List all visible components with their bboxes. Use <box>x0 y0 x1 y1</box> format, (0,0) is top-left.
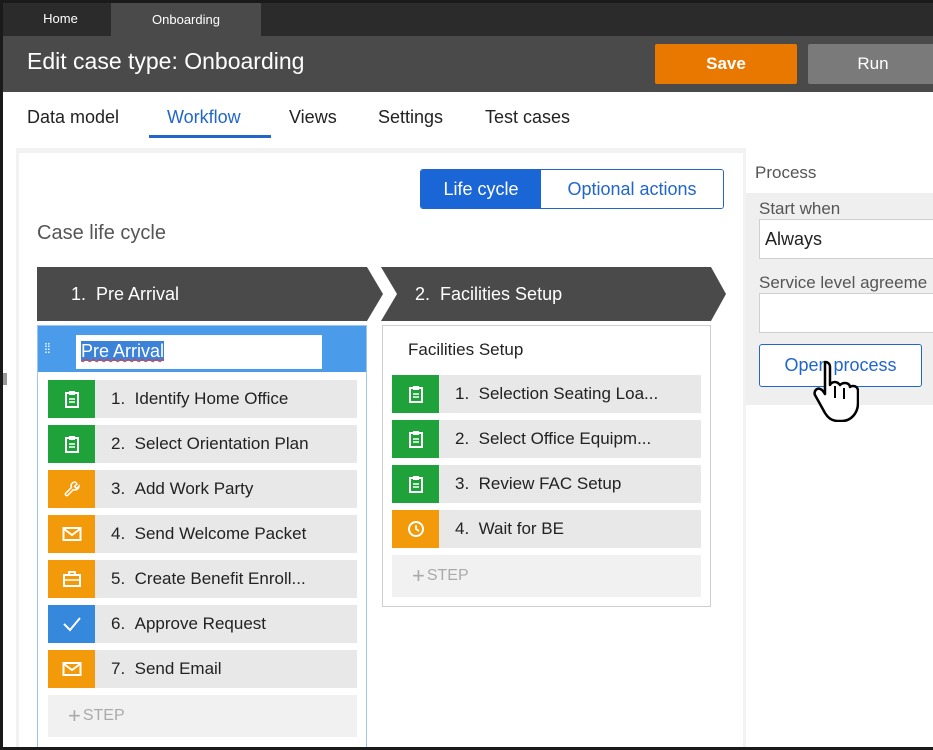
stage-header-pre-arrival[interactable]: 1. Pre Arrival <box>37 267 383 321</box>
step-label: 5. Create Benefit Enroll... <box>111 569 306 588</box>
start-when-label: Start when <box>759 199 841 218</box>
tab-views[interactable]: Views <box>289 107 337 128</box>
plus-icon: + <box>68 703 81 728</box>
save-button[interactable]: Save <box>655 44 797 84</box>
tab-workflow[interactable]: Workflow <box>167 107 241 128</box>
drag-handle-icon[interactable]: ⁞⁞ <box>44 340 51 356</box>
clipboard-icon <box>392 420 439 458</box>
envelope-icon <box>48 650 95 688</box>
stage-number: 1. <box>71 283 87 304</box>
run-button[interactable]: Run <box>808 44 933 84</box>
step-label: 2. Select Office Equipm... <box>455 429 652 448</box>
clipboard-icon <box>48 380 95 418</box>
tab-data-model[interactable]: Data model <box>27 107 119 128</box>
add-step-button[interactable]: + STEP <box>392 555 701 597</box>
step-label: 1. Selection Seating Loa... <box>455 384 659 403</box>
stage-name: Facilities Setup <box>440 283 563 304</box>
envelope-icon <box>48 515 95 553</box>
page-header: Edit case type: Onboarding Save Run <box>3 36 933 92</box>
panel-title: Process <box>755 163 817 182</box>
hand-pointer-cursor-icon <box>811 358 860 427</box>
stage-name: Pre Arrival <box>96 283 180 304</box>
step-item[interactable]: 4. Wait for BE <box>392 510 701 548</box>
sla-label: Service level agreeme <box>759 273 928 292</box>
checkmark-icon <box>48 605 95 643</box>
step-label: 4. Send Welcome Packet <box>111 524 307 543</box>
resize-grip[interactable] <box>3 373 7 385</box>
tab-home[interactable]: Home <box>13 3 108 33</box>
step-label: 6. Approve Request <box>111 614 267 633</box>
step-item[interactable]: 1. Selection Seating Loa... <box>392 375 701 413</box>
tab-settings[interactable]: Settings <box>378 107 443 128</box>
step-item[interactable]: 3. Add Work Party <box>48 470 357 508</box>
sla-input[interactable] <box>759 293 933 333</box>
active-tab-underline <box>149 135 271 138</box>
stage-number: 2. <box>415 283 431 304</box>
start-when-select[interactable]: Always <box>759 219 933 259</box>
process-edit-header: ⁞⁞ Pre Arrival <box>38 326 366 372</box>
step-item[interactable]: 7. Send Email <box>48 650 357 688</box>
app-window: Home Onboarding Edit case type: Onboardi… <box>0 0 933 750</box>
wrench-icon <box>48 470 95 508</box>
clipboard-icon <box>48 425 95 463</box>
process-name[interactable]: Facilities Setup <box>408 340 523 360</box>
tab-onboarding[interactable]: Onboarding <box>111 3 261 36</box>
step-item[interactable]: 3. Review FAC Setup <box>392 465 701 503</box>
life-cycle-toggle-button[interactable]: Life cycle <box>421 170 541 208</box>
add-step-button[interactable]: + STEP <box>48 695 357 737</box>
step-item[interactable]: 2. Select Orientation Plan <box>48 425 357 463</box>
step-label: 4. Wait for BE <box>455 519 564 538</box>
view-toggle: Life cycle Optional actions <box>420 169 724 209</box>
step-item[interactable]: 4. Send Welcome Packet <box>48 515 357 553</box>
process-name-input[interactable]: Pre Arrival <box>74 333 324 371</box>
briefcase-icon <box>48 560 95 598</box>
step-item[interactable]: 5. Create Benefit Enroll... <box>48 560 357 598</box>
designer-tabs: Data model Workflow Views Settings Test … <box>3 92 933 148</box>
clipboard-icon <box>392 375 439 413</box>
page-title: Edit case type: Onboarding <box>27 48 305 74</box>
stage-header-facilities-setup[interactable]: 2. Facilities Setup <box>381 267 726 321</box>
top-tab-bar: Home Onboarding <box>3 3 933 36</box>
step-item[interactable]: 2. Select Office Equipm... <box>392 420 701 458</box>
clock-icon <box>392 510 439 548</box>
optional-actions-toggle-button[interactable]: Optional actions <box>541 170 723 208</box>
step-label: 1. Identify Home Office <box>111 389 289 408</box>
lifecycle-title: Case life cycle <box>37 222 166 244</box>
step-label: 7. Send Email <box>111 659 222 678</box>
step-item[interactable]: 1. Identify Home Office <box>48 380 357 418</box>
clipboard-icon <box>392 465 439 503</box>
step-label: 2. Select Orientation Plan <box>111 434 309 453</box>
plus-icon: + <box>412 563 425 588</box>
step-item[interactable]: 6. Approve Request <box>48 605 357 643</box>
step-label: 3. Add Work Party <box>111 479 254 498</box>
step-label: 3. Review FAC Setup <box>455 474 622 493</box>
tab-test-cases[interactable]: Test cases <box>485 107 570 128</box>
